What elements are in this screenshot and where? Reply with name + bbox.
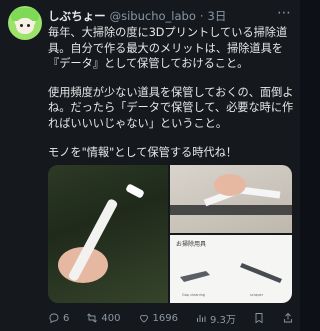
views-icon: [197, 315, 206, 322]
retweet-icon: [87, 313, 98, 323]
like-button[interactable]: 1696: [138, 312, 178, 324]
share-button[interactable]: [282, 312, 294, 324]
image-caption: お掃除用具: [176, 241, 207, 248]
tweet-paragraph-1: 毎年、大掃除の度に3Dプリントしている掃除道具。自分で作る最大のメリットは、掃除…: [48, 26, 288, 71]
photo-tool-in-use[interactable]: [170, 165, 292, 233]
view-count: 9.3万: [210, 314, 236, 326]
tweet: しぶちょー @sibucho_labo · 3日 ⋯ 毎年、大掃除の度に3Dプリ…: [0, 0, 300, 331]
reply-button[interactable]: 6: [48, 312, 69, 324]
tweet-text: 毎年、大掃除の度に3Dプリントしている掃除道具。自分で作る最大のメリットは、掃除…: [48, 25, 294, 173]
timestamp[interactable]: 3日: [208, 8, 227, 24]
in-use-illustration: [170, 174, 292, 215]
retweet-count: 400: [101, 312, 121, 324]
share-icon: [284, 312, 292, 323]
retweet-button[interactable]: 400: [86, 312, 121, 324]
image-label-scraper: scraper: [250, 293, 264, 297]
photo-hand-holding-tool[interactable]: [48, 165, 168, 303]
image-label-gap-cleaning: Gap cleaning: [182, 293, 206, 297]
bookmark-button[interactable]: [253, 312, 265, 324]
bookmark-icon: [255, 313, 263, 324]
photo-cad-models[interactable]: お掃除用具 Gap cleaning scraper: [170, 235, 292, 303]
like-count: 1696: [152, 312, 178, 324]
heart-icon: [139, 314, 148, 323]
tweet-paragraph-3: モノを"情報"として保管する時代ね！: [48, 145, 237, 159]
views-button[interactable]: 9.3万: [195, 311, 236, 326]
tweet-actions: 6 400 1696 9.3万: [48, 311, 294, 326]
dot-separator: ·: [199, 9, 204, 23]
tool-illustration: [58, 184, 144, 283]
tweet-paragraph-2: 使用頻度が少ない道具を保管しておくの、面倒よね。だったら「データで保管して、必要…: [48, 85, 294, 130]
reply-count: 6: [63, 312, 70, 324]
tweet-header: しぶちょー @sibucho_labo · 3日: [48, 8, 270, 24]
display-name[interactable]: しぶちょー: [48, 8, 106, 24]
tweet-media[interactable]: お掃除用具 Gap cleaning scraper: [48, 165, 292, 303]
avatar[interactable]: [8, 6, 42, 40]
more-options-icon[interactable]: ⋯: [277, 5, 292, 21]
reply-icon: [49, 313, 59, 324]
user-handle[interactable]: @sibucho_labo: [110, 9, 196, 23]
